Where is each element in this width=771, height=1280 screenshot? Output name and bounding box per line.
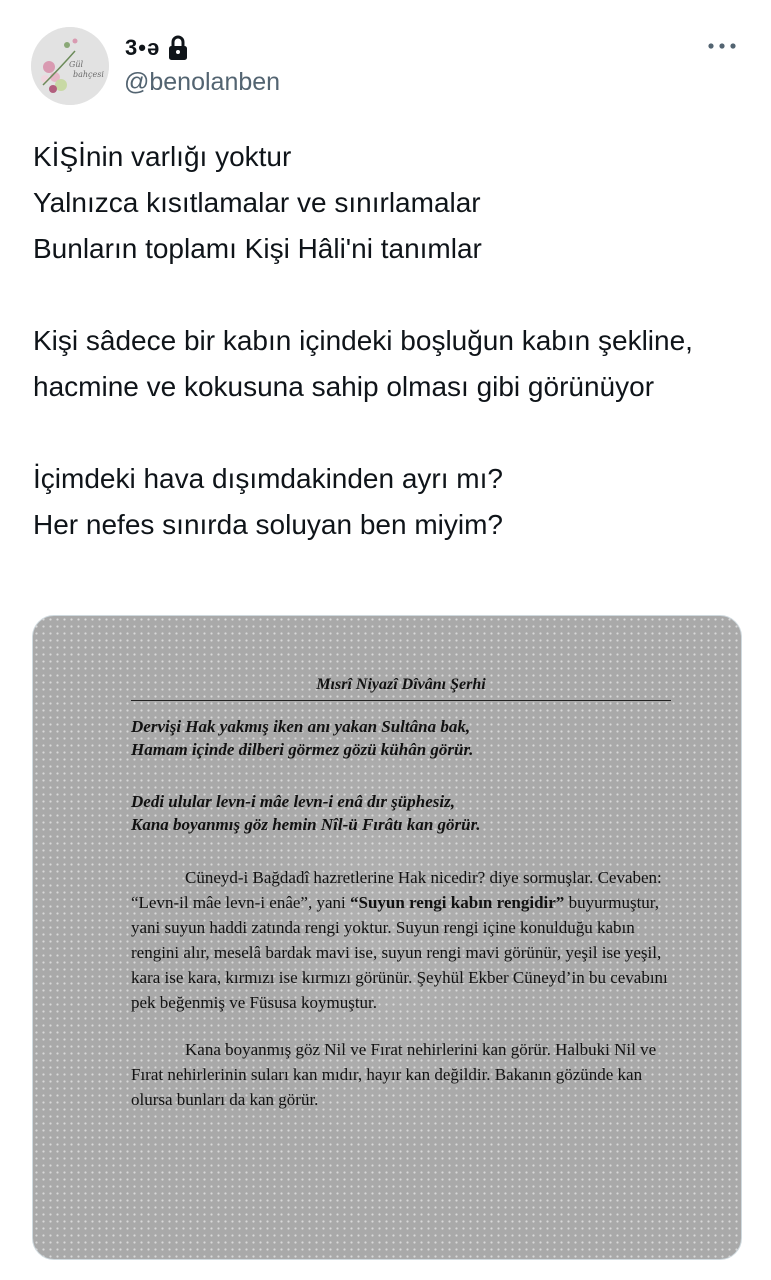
- verse-line: Hamam içinde dilberi görmez gözü kühân g…: [131, 740, 474, 759]
- tweet-line: KİŞİnin varlığı yoktur: [33, 141, 292, 172]
- svg-text:bahçesi: bahçesi: [73, 70, 104, 79]
- display-name[interactable]: 3•ə: [125, 35, 160, 61]
- tweet-line: Yalnızca kısıtlamalar ve sınırlamalar: [33, 187, 481, 218]
- name-row: 3•ə: [125, 33, 188, 63]
- book-title-rule: [131, 700, 671, 701]
- avatar-image: Gül bahçesi: [31, 27, 109, 105]
- tweet-line: Bunların toplamı Kişi Hâli'ni tanımlar: [33, 233, 482, 264]
- lock-icon: [168, 35, 188, 61]
- verse: Dedi ulular levn-i mâe levn-i enâ dır şü…: [131, 790, 671, 836]
- more-icon[interactable]: [705, 34, 739, 58]
- book-page: Mısrî Niyazî Dîvânı Şerhi Dervişi Hak ya…: [131, 676, 671, 1134]
- tweet-text: KİŞİnin varlığı yoktur Yalnızca kısıtlam…: [33, 134, 743, 548]
- paragraph-bold-text: “Suyun rengi kabın rengidir”: [350, 893, 565, 912]
- verse-line: Kana boyanmış göz hemin Nîl-ü Fırâtı kan…: [131, 815, 481, 834]
- user-handle[interactable]: @benolanben: [124, 68, 280, 97]
- book-title: Mısrî Niyazî Dîvânı Şerhi: [316, 676, 486, 693]
- tweet-line: Her nefes sınırda soluyan ben miyim?: [33, 509, 503, 540]
- paragraph-text: Kana boyanmış göz Nil ve Fırat nehirleri…: [131, 1040, 657, 1109]
- book-paragraph: Cüneyd-i Bağdadî hazretlerine Hak nicedi…: [131, 865, 671, 1015]
- tweet-line: Kişi sâdece bir kabın içindeki boşluğun …: [33, 325, 693, 402]
- verse-line: Dervişi Hak yakmış iken anı yakan Sultân…: [131, 717, 471, 736]
- svg-text:Gül: Gül: [69, 60, 84, 69]
- avatar[interactable]: Gül bahçesi: [31, 27, 109, 105]
- verse: Dervişi Hak yakmış iken anı yakan Sultân…: [131, 715, 671, 761]
- tweet-header: Gül bahçesi 3•ə @benolanben: [0, 0, 771, 120]
- tweet-line: İçimdeki hava dışımdakinden ayrı mı?: [33, 463, 503, 494]
- tweet-media-image[interactable]: Mısrî Niyazî Dîvânı Şerhi Dervişi Hak ya…: [32, 615, 742, 1260]
- book-paragraph: Kana boyanmış göz Nil ve Fırat nehirleri…: [131, 1037, 671, 1112]
- verse-line: Dedi ulular levn-i mâe levn-i enâ dır şü…: [131, 792, 455, 811]
